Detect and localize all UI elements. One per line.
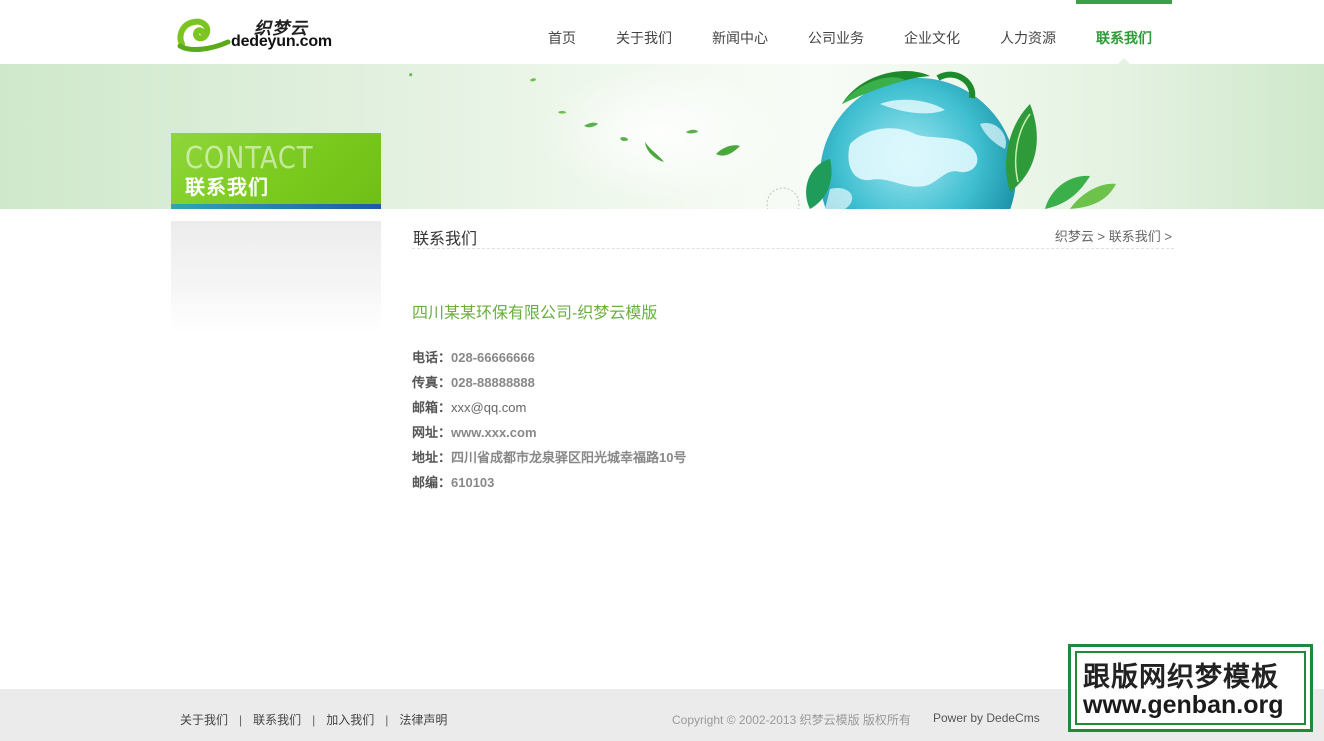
contact-phone: 电话：028-66666666: [412, 348, 686, 373]
contact-info-list: 电话：028-66666666 传真：028-88888888 邮箱：xxx@q…: [412, 348, 686, 498]
logo-en-text: dedeyun.com: [231, 33, 332, 50]
contact-fax: 传真：028-88888888: [412, 373, 686, 398]
contact-value: 四川省成都市龙泉驿区阳光城幸福路10号: [451, 450, 687, 465]
breadcrumb-current[interactable]: 联系我们: [1109, 229, 1161, 244]
section-title-badge: CONTACT 联系我们: [171, 133, 381, 209]
contact-value[interactable]: www.xxx.com: [451, 425, 537, 440]
nav-item-culture[interactable]: 企业文化: [884, 0, 980, 64]
contact-value: 028-88888888: [451, 375, 535, 390]
nav-item-contact[interactable]: 联系我们: [1076, 0, 1172, 64]
nav-item-home[interactable]: 首页: [528, 0, 596, 64]
contact-label: 电话：: [412, 350, 452, 365]
section-title-cn: 联系我们: [185, 177, 269, 199]
contact-address: 地址：四川省成都市龙泉驿区阳光城幸福路10号: [412, 448, 686, 473]
footer-separator: |: [385, 712, 389, 727]
nav-item-about[interactable]: 关于我们: [596, 0, 692, 64]
nav-item-hr[interactable]: 人力资源: [980, 0, 1076, 64]
watermark-cn-text: 跟版网织梦模板: [1083, 662, 1279, 692]
page-banner: CONTACT 联系我们: [0, 64, 1324, 209]
contact-label: 邮编：: [412, 475, 452, 490]
main-content: 联系我们 织梦云 > 联系我们 > 四川某某环保有限公司-织梦云模版 电话：02…: [412, 221, 1174, 490]
company-name: 四川某某环保有限公司-织梦云模版: [412, 305, 658, 322]
contact-postcode: 邮编：610103: [412, 473, 686, 498]
sidebar-panel: [171, 221, 381, 333]
site-logo[interactable]: 织梦云 dedeyun.com: [176, 14, 346, 54]
footer-separator: |: [239, 712, 243, 727]
footer-link-join[interactable]: 加入我们: [326, 711, 374, 728]
breadcrumb-home[interactable]: 织梦云: [1055, 229, 1094, 244]
badge-stripe: [171, 204, 381, 209]
logo-swirl-icon: [177, 18, 231, 52]
footer-link-contact[interactable]: 联系我们: [253, 711, 301, 728]
contact-value: 610103: [451, 475, 495, 490]
contact-email: 邮箱：xxx@qq.com: [412, 398, 686, 423]
footer-links: 关于我们 | 联系我们 | 加入我们 | 法律声明: [180, 711, 447, 728]
copyright-text: Copyright © 2002-2013 织梦云模版 版权所有: [672, 713, 911, 727]
breadcrumb: 织梦云 > 联系我们 >: [1055, 226, 1172, 245]
contact-value[interactable]: xxx@qq.com: [451, 400, 526, 415]
nav-item-news[interactable]: 新闻中心: [692, 0, 788, 64]
page-title: 联系我们: [413, 231, 478, 248]
footer-separator: |: [312, 712, 316, 727]
watermark-stamp: 跟版网织梦模板 www.genban.org: [1068, 644, 1313, 732]
footer-link-legal[interactable]: 法律声明: [399, 711, 447, 728]
site-header: 织梦云 dedeyun.com 首页 关于我们 新闻中心 公司业务 企业文化 人…: [0, 0, 1324, 64]
nav-item-business[interactable]: 公司业务: [788, 0, 884, 64]
contact-value: 028-66666666: [451, 350, 535, 365]
breadcrumb-separator: >: [1093, 229, 1109, 244]
contact-label: 邮箱：: [412, 400, 452, 415]
main-nav: 首页 关于我们 新闻中心 公司业务 企业文化 人力资源 联系我们: [528, 0, 1172, 64]
footer-link-about[interactable]: 关于我们: [180, 711, 228, 728]
powered-by-text: Power by DedeCms: [933, 711, 1040, 725]
breadcrumb-separator: >: [1160, 229, 1172, 244]
contact-label: 网址：: [412, 425, 452, 440]
content-header: 联系我们 织梦云 > 联系我们 >: [412, 221, 1174, 249]
contact-label: 传真：: [412, 375, 452, 390]
watermark-en-text: www.genban.org: [1083, 691, 1284, 719]
contact-label: 地址：: [412, 450, 452, 465]
contact-website: 网址：www.xxx.com: [412, 423, 686, 448]
